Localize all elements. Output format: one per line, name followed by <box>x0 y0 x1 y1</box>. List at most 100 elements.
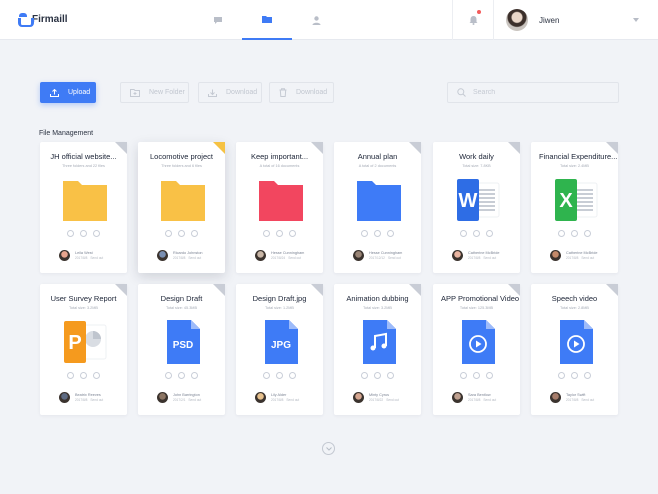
file-card[interactable]: Design Draft.jpg Total size: 1.2MB JPG L… <box>236 284 323 415</box>
avatar <box>506 9 528 31</box>
share-icon[interactable] <box>67 372 74 379</box>
search-icon <box>457 88 466 97</box>
new-folder-button[interactable]: New Folder <box>120 82 189 103</box>
file-card[interactable]: Design Draft Total size: 45.3MB PSD John… <box>138 284 225 415</box>
tab-files[interactable] <box>242 0 292 40</box>
more-icon[interactable] <box>387 230 394 237</box>
logo[interactable]: Firmaill <box>18 13 68 27</box>
more-icon[interactable] <box>191 372 198 379</box>
comment-icon[interactable] <box>374 230 381 237</box>
comment-icon[interactable] <box>276 372 283 379</box>
file-meta: Hesse Cunningham 2017/8/24 Send out <box>255 250 304 261</box>
search-box[interactable] <box>447 82 619 103</box>
file-card[interactable]: Annual plan A total of 2 documents Hesse… <box>334 142 421 273</box>
file-date: 2017/8/8 <box>173 255 186 260</box>
file-card[interactable]: APP Promotional Video Total size: 125.3M… <box>433 284 520 415</box>
file-status: Send out <box>90 397 104 402</box>
file-card[interactable]: Animation dubbing Total size: 3.2MB Mint… <box>334 284 421 415</box>
file-actions <box>531 372 618 379</box>
folder-file-icon <box>62 177 108 223</box>
avatar <box>59 250 70 261</box>
tab-contacts[interactable] <box>291 0 341 40</box>
share-icon[interactable] <box>263 372 270 379</box>
file-card[interactable]: Work daily Total size: 7.8KB W Catherine… <box>433 142 520 273</box>
more-icon[interactable] <box>584 230 591 237</box>
share-icon[interactable] <box>361 372 368 379</box>
comment-icon[interactable] <box>178 230 185 237</box>
search-input[interactable] <box>473 89 613 96</box>
comment-icon[interactable] <box>178 372 185 379</box>
avatar <box>255 392 266 403</box>
more-icon[interactable] <box>289 230 296 237</box>
more-icon[interactable] <box>93 372 100 379</box>
chevron-down-icon[interactable] <box>633 18 639 22</box>
comment-icon[interactable] <box>473 230 480 237</box>
file-date: 2017/12/12 <box>369 255 385 260</box>
folder-file-icon <box>356 177 402 223</box>
file-card[interactable]: Speech video Total size: 2.8MB Taylor Sw… <box>531 284 618 415</box>
more-icon[interactable] <box>584 372 591 379</box>
comment-icon[interactable] <box>374 372 381 379</box>
share-icon[interactable] <box>460 372 467 379</box>
notification-badge <box>477 10 481 14</box>
tab-messages[interactable] <box>193 0 243 40</box>
file-summary: A total of 2 documents <box>358 164 397 168</box>
more-icon[interactable] <box>486 230 493 237</box>
file-status: Send out <box>483 397 497 402</box>
share-icon[interactable] <box>558 372 565 379</box>
excel-file-icon: X <box>553 177 599 223</box>
file-actions <box>40 230 127 237</box>
more-icon[interactable] <box>387 372 394 379</box>
share-icon[interactable] <box>263 230 270 237</box>
file-actions <box>433 372 520 379</box>
file-title: Design Draft <box>160 294 203 303</box>
file-actions <box>138 372 225 379</box>
file-title: Work daily <box>459 152 494 161</box>
file-summary: Total size: 3.2MB <box>69 306 98 310</box>
file-summary: Total size: 1.2MB <box>265 306 294 310</box>
file-actions <box>40 372 127 379</box>
notifications-button[interactable] <box>452 0 494 40</box>
share-icon[interactable] <box>460 230 467 237</box>
file-summary: Three folders and 6 files <box>161 164 202 168</box>
share-icon[interactable] <box>67 230 74 237</box>
file-card[interactable]: Locomotive project Three folders and 6 f… <box>138 142 225 273</box>
file-summary: Total size: 125.3MB <box>459 306 494 310</box>
comment-icon[interactable] <box>276 230 283 237</box>
file-date: 2017/8/22 <box>369 397 384 402</box>
share-icon[interactable] <box>558 230 565 237</box>
delete-download-button[interactable]: Download <box>269 82 334 103</box>
comment-icon[interactable] <box>80 230 87 237</box>
download-icon <box>208 89 217 97</box>
more-icon[interactable] <box>289 372 296 379</box>
file-date: 2017/8/8 <box>468 397 481 402</box>
avatar <box>157 392 168 403</box>
user-menu[interactable]: Jiwen <box>506 9 559 31</box>
share-icon[interactable] <box>165 372 172 379</box>
file-card[interactable]: User Survey Report Total size: 3.2MB P B… <box>40 284 127 415</box>
file-card[interactable]: JH official website... Three folders and… <box>40 142 127 273</box>
more-icon[interactable] <box>93 230 100 237</box>
share-icon[interactable] <box>361 230 368 237</box>
comment-icon[interactable] <box>571 372 578 379</box>
chat-icon <box>214 16 222 24</box>
upload-button[interactable]: Upload <box>40 82 96 103</box>
file-meta: Beatrix Reeves 2017/8/8 Send out <box>59 392 103 403</box>
comment-icon[interactable] <box>571 230 578 237</box>
file-meta: Catherine McBride 2017/8/8 Send out <box>452 250 499 261</box>
svg-text:W: W <box>459 190 478 212</box>
comment-icon[interactable] <box>80 372 87 379</box>
avatar <box>550 392 561 403</box>
file-meta: Hesse Cunningham 2017/12/12 Send out <box>353 250 402 261</box>
file-meta: Minty Cyrus 2017/8/22 Send out <box>353 392 399 403</box>
more-icon[interactable] <box>486 372 493 379</box>
file-card[interactable]: Financial Expenditure... Total size: 2.4… <box>531 142 618 273</box>
file-meta: Ricardo Johnston 2017/8/8 Send out <box>157 250 203 261</box>
more-icon[interactable] <box>191 230 198 237</box>
share-icon[interactable] <box>165 230 172 237</box>
load-more-button[interactable] <box>322 442 335 455</box>
file-card[interactable]: Keep important... A total of 16 document… <box>236 142 323 273</box>
comment-icon[interactable] <box>473 372 480 379</box>
logo-icon <box>18 13 34 27</box>
download-button[interactable]: Download <box>198 82 262 103</box>
